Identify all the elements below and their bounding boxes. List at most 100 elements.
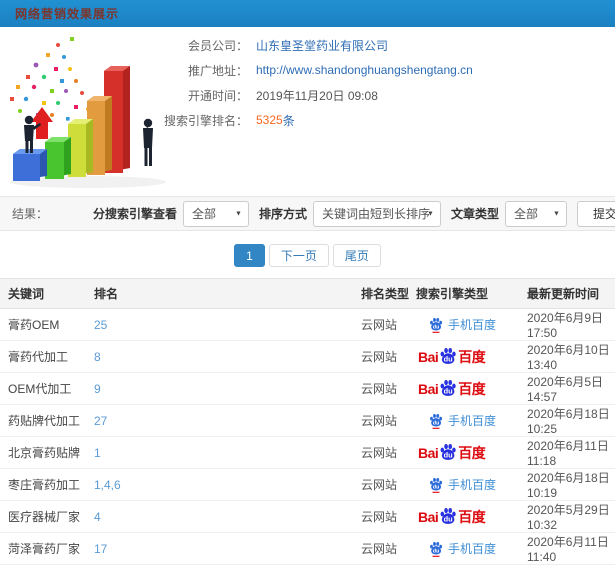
- baidu-logo-prefix: Bai: [418, 508, 439, 525]
- open-time-label: 开通时间：: [187, 88, 248, 103]
- updated-time-cell: 2020年5月29日 10:32: [527, 500, 615, 533]
- baidu-paw-icon: du: [430, 541, 443, 557]
- table-row: 膏药OEM 25 云网站 du 手机百度 2020年6月9日 17:50: [0, 308, 615, 341]
- rank-type-cell: 云网站: [353, 532, 416, 565]
- baidu-logo: Bai du 百度: [418, 347, 527, 367]
- engine-type-cell: du 手机百度: [416, 468, 527, 501]
- results-table: 关键词 排名 排名类型 搜索引擎类型 最新更新时间 膏药OEM 25 云网站 du 手机…: [0, 278, 615, 565]
- svg-text:du: du: [444, 386, 454, 395]
- svg-text:du: du: [444, 514, 454, 523]
- updated-time-cell: 2020年6月18日 10:25: [527, 404, 615, 437]
- engine-type-cell: Bai du 百度: [416, 340, 527, 373]
- rank-link[interactable]: 8: [94, 350, 101, 364]
- page-title: 网络营销效果展示: [15, 7, 120, 21]
- table-row: 菏泽膏药厂家 17 云网站 du 手机百度 2020年6月11日 11:40: [0, 532, 615, 565]
- confetti-dots: [10, 37, 94, 129]
- engine-type-cell: du 手机百度: [416, 532, 527, 565]
- rank-type-cell: 云网站: [353, 340, 416, 373]
- rank-count-label: 搜索引擎排名：: [163, 113, 248, 128]
- result-label: 结果：: [12, 207, 49, 221]
- rank-link[interactable]: 1,4,6: [94, 478, 121, 492]
- keyword-cell: 膏药代加工: [0, 340, 86, 373]
- baidu-paw-icon: du: [440, 379, 457, 396]
- url-label: 推广地址：: [187, 63, 248, 78]
- results-table-body: 膏药OEM 25 云网站 du 手机百度 2020年6月9日 17:50 膏药代加工 8 云网站…: [0, 308, 615, 565]
- sort-filter-value: 关键词由短到长排序: [321, 207, 430, 221]
- keyword-cell: 菏泽膏药厂家: [0, 532, 86, 565]
- table-row: 医疗器械厂家 4 云网站 Bai du 百度 2020年5月29日 10:32: [0, 500, 615, 533]
- rank-type-cell: 云网站: [353, 468, 416, 501]
- info-row-url: 推广地址： http://www.shandonghuangshengtang.…: [140, 62, 473, 78]
- rank-link[interactable]: 17: [94, 542, 107, 556]
- svg-text:du: du: [444, 450, 454, 459]
- baidu-logo-prefix: Bai: [418, 444, 439, 461]
- engine-type-cell: du 手机百度: [416, 404, 527, 437]
- article-type-filter-value: 全部: [513, 207, 538, 221]
- keyword-cell: 医疗器械厂家: [0, 500, 86, 533]
- keyword-cell: 药贴牌代加工: [0, 404, 86, 437]
- rank-link[interactable]: 4: [94, 510, 101, 524]
- rank-type-cell: 云网站: [353, 404, 416, 437]
- keyword-cell: 枣庄膏药加工: [0, 468, 86, 501]
- rank-link[interactable]: 1: [94, 446, 101, 460]
- baidu-logo-prefix: Bai: [418, 380, 439, 397]
- company-link[interactable]: 山东皇圣堂药业有限公司: [256, 37, 388, 54]
- rank-type-cell: 云网站: [353, 308, 416, 341]
- rank-link[interactable]: 25: [94, 318, 107, 332]
- baidu-logo-prefix: Bai: [418, 348, 439, 365]
- baidu-logo: Bai du 百度: [418, 507, 527, 527]
- page-1-button[interactable]: 1: [234, 244, 265, 267]
- green-bar: [45, 137, 71, 179]
- mobile-baidu-label: 手机百度: [448, 478, 497, 492]
- last-page-button[interactable]: 尾页: [332, 244, 381, 267]
- baidu-paw-icon: du: [440, 443, 457, 460]
- rank-cell: 1: [86, 436, 353, 469]
- baidu-logo-suffix: 百度: [458, 380, 486, 397]
- rank-type-cell: 云网站: [353, 372, 416, 405]
- table-row: 药贴牌代加工 27 云网站 du 手机百度 2020年6月18日 10:25: [0, 404, 615, 437]
- engine-type-cell: Bai du 百度: [416, 436, 527, 469]
- member-info-section: 会员公司： 山东皇圣堂药业有限公司 推广地址： http://www.shand…: [0, 27, 615, 196]
- keyword-cell: 膏药OEM: [0, 308, 86, 341]
- engine-filter-label: 分搜索引擎查看: [92, 207, 177, 221]
- table-row: OEM代加工 9 云网站 Bai du 百度 2020年6月5日 14:57: [0, 372, 615, 405]
- filter-bar: 结果： 分搜索引擎查看 全部 排序方式 关键词由短到长排序 文章类型 全部 提交: [0, 196, 615, 231]
- sort-filter-select[interactable]: 关键词由短到长排序: [312, 200, 441, 227]
- filter-controls: 分搜索引擎查看 全部 排序方式 关键词由短到长排序 文章类型 全部 提交: [83, 200, 615, 227]
- keyword-cell: OEM代加工: [0, 372, 86, 405]
- engine-filter-select[interactable]: 全部: [182, 200, 249, 227]
- rank-link[interactable]: 9: [94, 382, 101, 396]
- engine-type-cell: Bai du 百度: [416, 500, 527, 533]
- updated-time-cell: 2020年6月18日 10:19: [527, 468, 615, 501]
- article-type-filter-label: 文章类型: [450, 207, 499, 221]
- svg-text:du: du: [444, 354, 454, 363]
- rank-cell: 25: [86, 308, 353, 341]
- rank-cell: 4: [86, 500, 353, 533]
- yellow-bar: [68, 119, 93, 177]
- rank-count-unit-link[interactable]: 条: [283, 112, 295, 129]
- mobile-baidu-label: 手机百度: [448, 318, 497, 332]
- header-keyword: 关键词: [0, 278, 86, 309]
- rank-type-cell: 云网站: [353, 436, 416, 469]
- baidu-logo-suffix: 百度: [458, 508, 486, 525]
- info-row-company: 会员公司： 山东皇圣堂药业有限公司: [140, 37, 473, 53]
- table-row: 北京膏药贴牌 1 云网站 Bai du 百度 2020年6月11日 11:18: [0, 436, 615, 469]
- svg-text:du: du: [433, 420, 439, 426]
- baidu-logo-suffix: 百度: [458, 348, 486, 365]
- mobile-baidu-logo: du 手机百度: [429, 412, 527, 429]
- submit-button[interactable]: 提交: [576, 200, 615, 227]
- article-type-filter-select[interactable]: 全部: [504, 200, 567, 227]
- next-page-button[interactable]: 下一页: [268, 244, 329, 267]
- promotion-url-link[interactable]: http://www.shandonghuangshengtang.cn: [256, 63, 473, 77]
- updated-time-cell: 2020年6月11日 11:18: [527, 436, 615, 469]
- baidu-logo-suffix: 百度: [458, 444, 486, 461]
- pagination: 1 下一页 尾页: [0, 244, 615, 267]
- baidu-paw-icon: du: [430, 477, 443, 493]
- rank-count-value: 5325: [256, 113, 283, 127]
- rank-link[interactable]: 27: [94, 414, 107, 428]
- header-rank-type: 排名类型: [353, 278, 416, 309]
- member-info-rows: 会员公司： 山东皇圣堂药业有限公司 推广地址： http://www.shand…: [140, 37, 473, 137]
- page-header: 网络营销效果展示: [0, 0, 615, 27]
- updated-time-cell: 2020年6月9日 17:50: [527, 308, 615, 341]
- up-arrow: [31, 107, 53, 139]
